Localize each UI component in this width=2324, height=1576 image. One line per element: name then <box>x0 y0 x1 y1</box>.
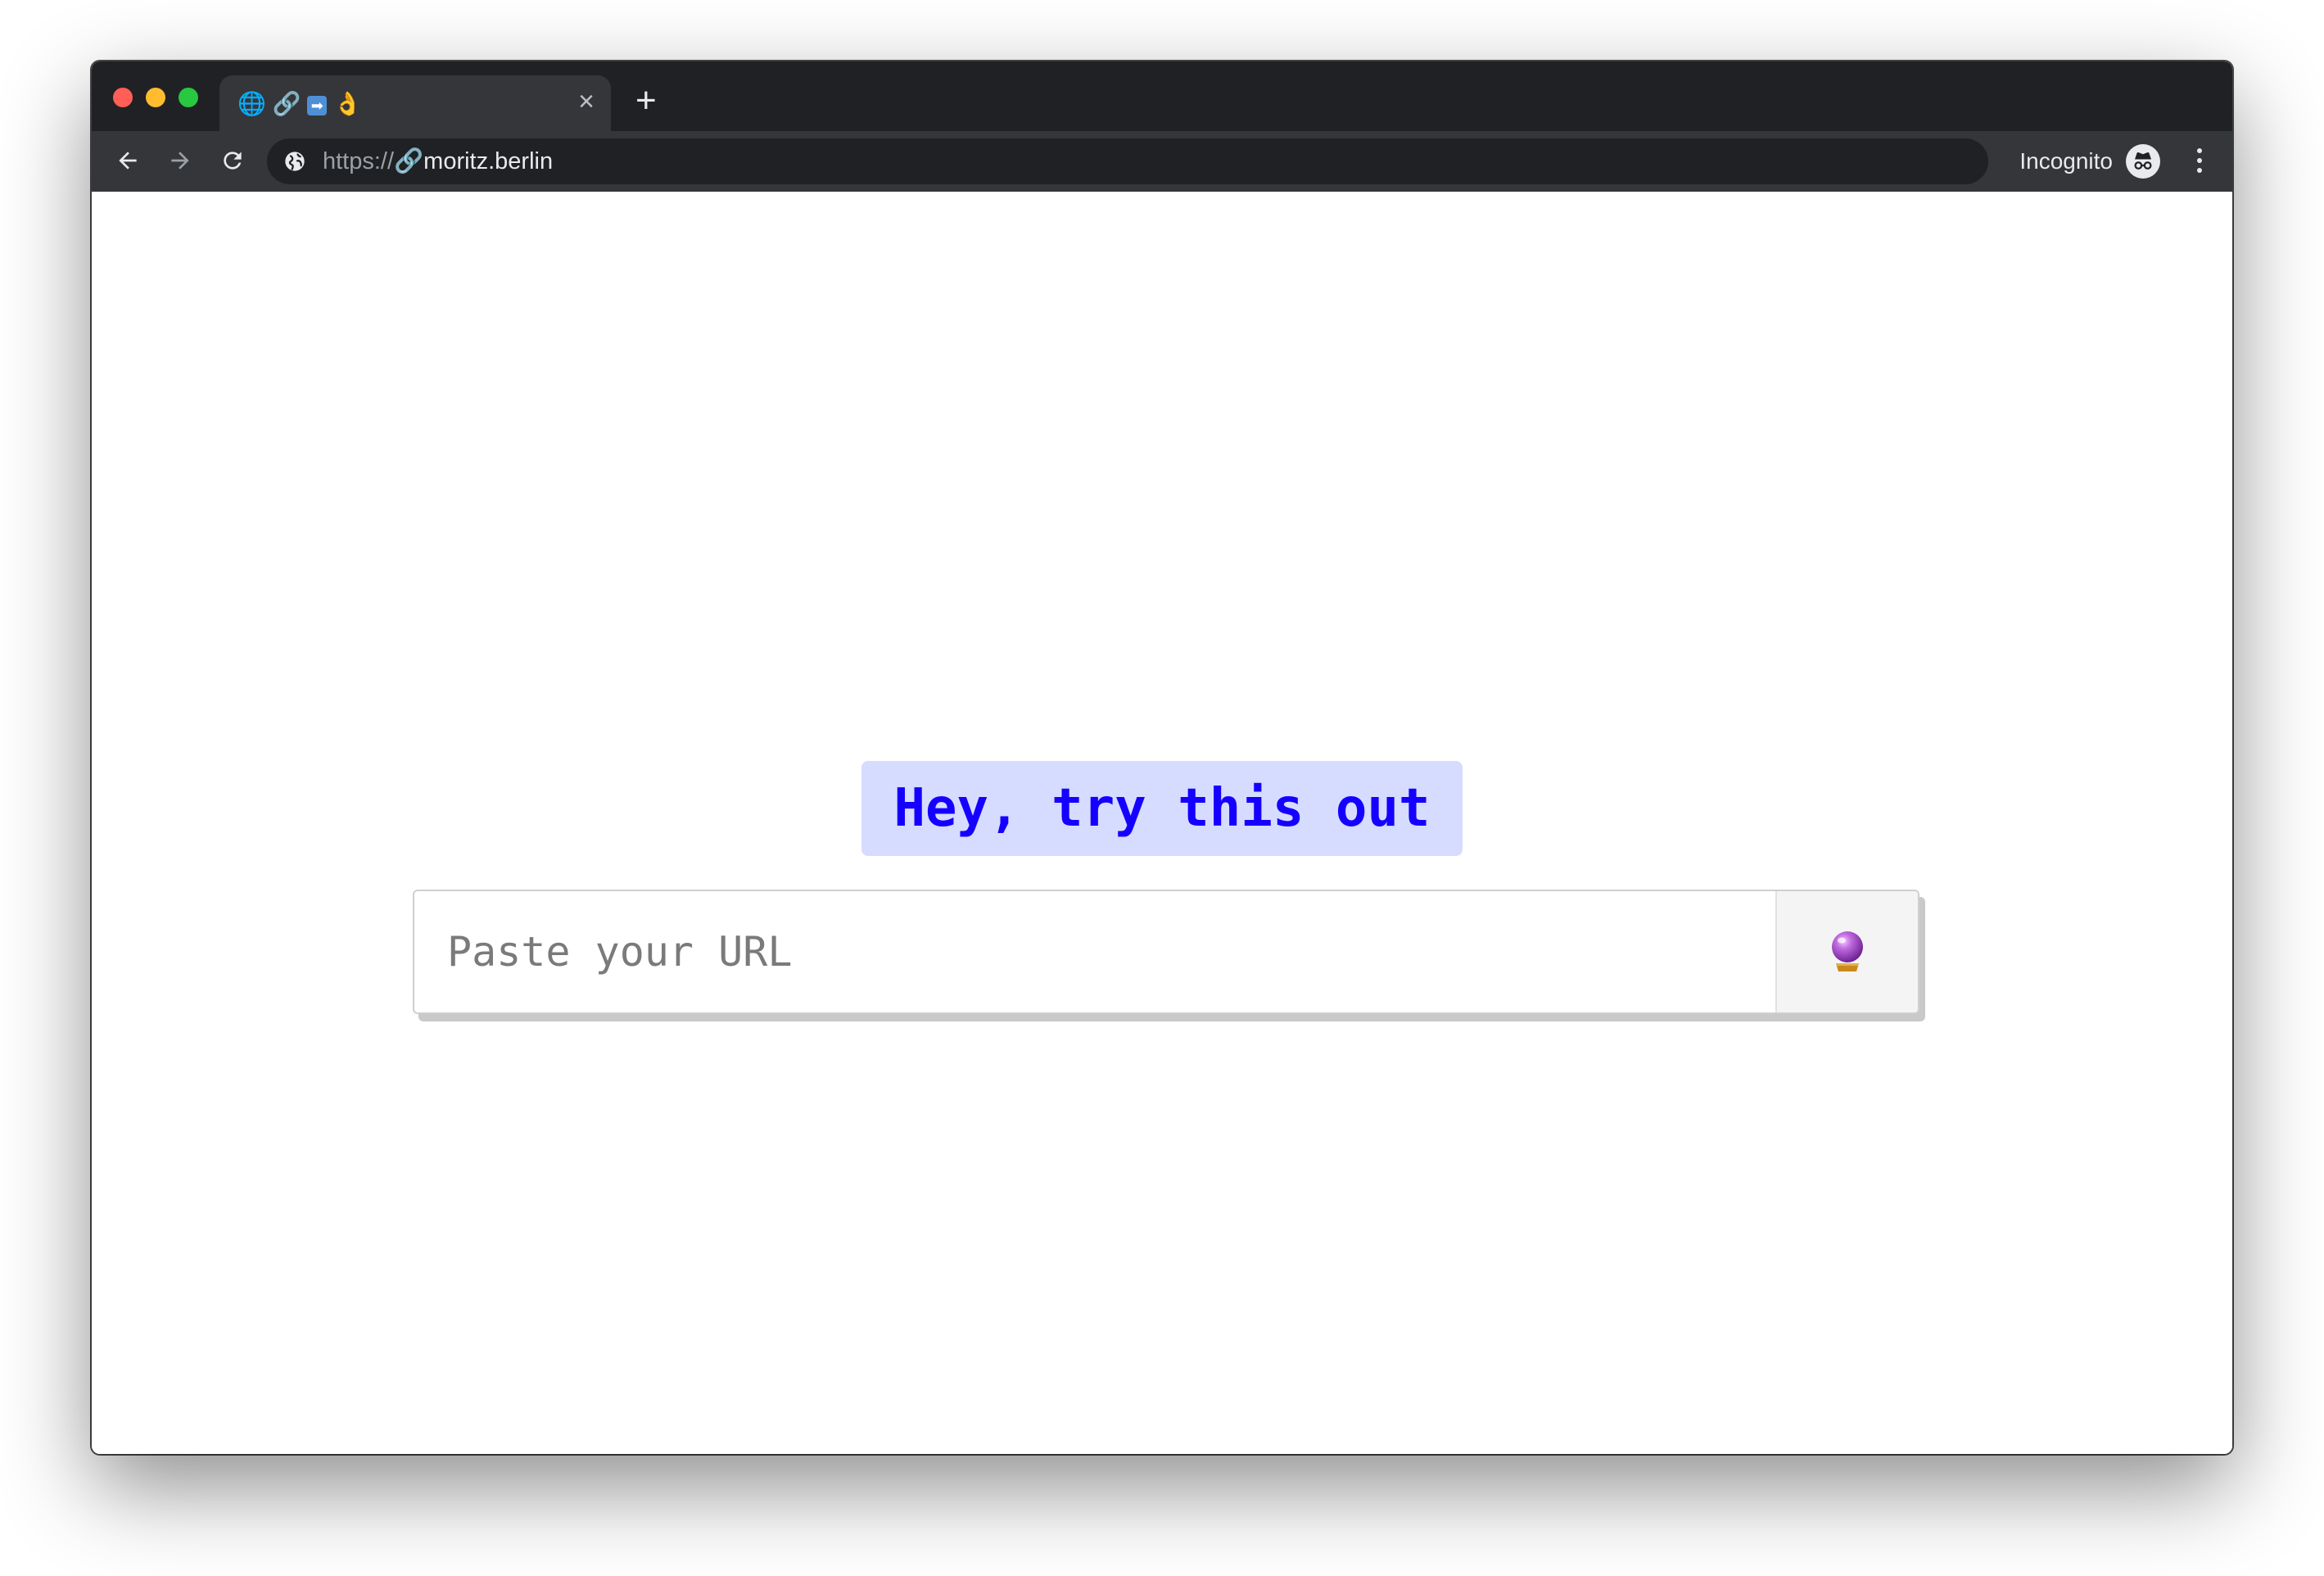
incognito-label: Incognito <box>2019 148 2113 174</box>
tab-active[interactable]: 🌐 🔗 ➡ 👌 × <box>219 75 611 131</box>
url-scheme: https://🔗 <box>323 148 424 174</box>
tab-strip: 🌐 🔗 ➡ 👌 × + <box>92 61 2232 131</box>
reload-icon[interactable] <box>213 141 252 180</box>
incognito-icon-graphic <box>2134 152 2152 170</box>
incognito-icon[interactable] <box>2126 144 2160 179</box>
window-maximize-button[interactable] <box>179 88 198 107</box>
submit-button[interactable] <box>1775 891 1918 1012</box>
back-arrow-icon[interactable] <box>108 141 147 180</box>
forward-arrow-icon-graphic <box>171 152 189 170</box>
forward-arrow-icon[interactable] <box>161 141 200 180</box>
globe-icon-graphic <box>285 152 305 171</box>
tab-title-part-globe: 🌐 <box>237 91 266 116</box>
page-content: Hey, try this out <box>92 192 2232 1454</box>
back-arrow-icon-graphic <box>119 152 137 170</box>
browser-toolbar: https://🔗moritz.berlin Incognito <box>92 131 2232 192</box>
crystal-ball-icon <box>1832 931 1863 971</box>
url-host: moritz.berlin <box>423 148 554 174</box>
globe-icon <box>283 150 306 177</box>
address-bar[interactable]: https://🔗moritz.berlin <box>267 138 1988 184</box>
tab-title: 🌐 🔗 ➡ 👌 <box>237 90 362 118</box>
browser-window: 🌐 🔗 ➡ 👌 × + https://🔗moritz.berlin Incog… <box>92 61 2232 1454</box>
window-minimize-button[interactable] <box>146 88 165 107</box>
tab-title-part-arrow: ➡ <box>307 96 328 115</box>
new-tab-button[interactable]: + <box>635 83 657 119</box>
window-close-button[interactable] <box>113 88 133 107</box>
tab-title-part-ok-hand: 👌 <box>333 91 362 116</box>
page-headline: Hey, try this out <box>861 761 1463 856</box>
tab-close-icon[interactable]: × <box>578 87 595 116</box>
address-url: https://🔗moritz.berlin <box>323 147 553 175</box>
more-vert-icon-graphic <box>2197 148 2202 173</box>
more-vert-icon[interactable] <box>2195 147 2204 179</box>
url-input[interactable] <box>414 891 1767 1012</box>
url-form <box>413 890 1919 1014</box>
tab-title-part-link: 🔗 <box>272 91 301 116</box>
reload-icon-graphic <box>224 152 242 170</box>
